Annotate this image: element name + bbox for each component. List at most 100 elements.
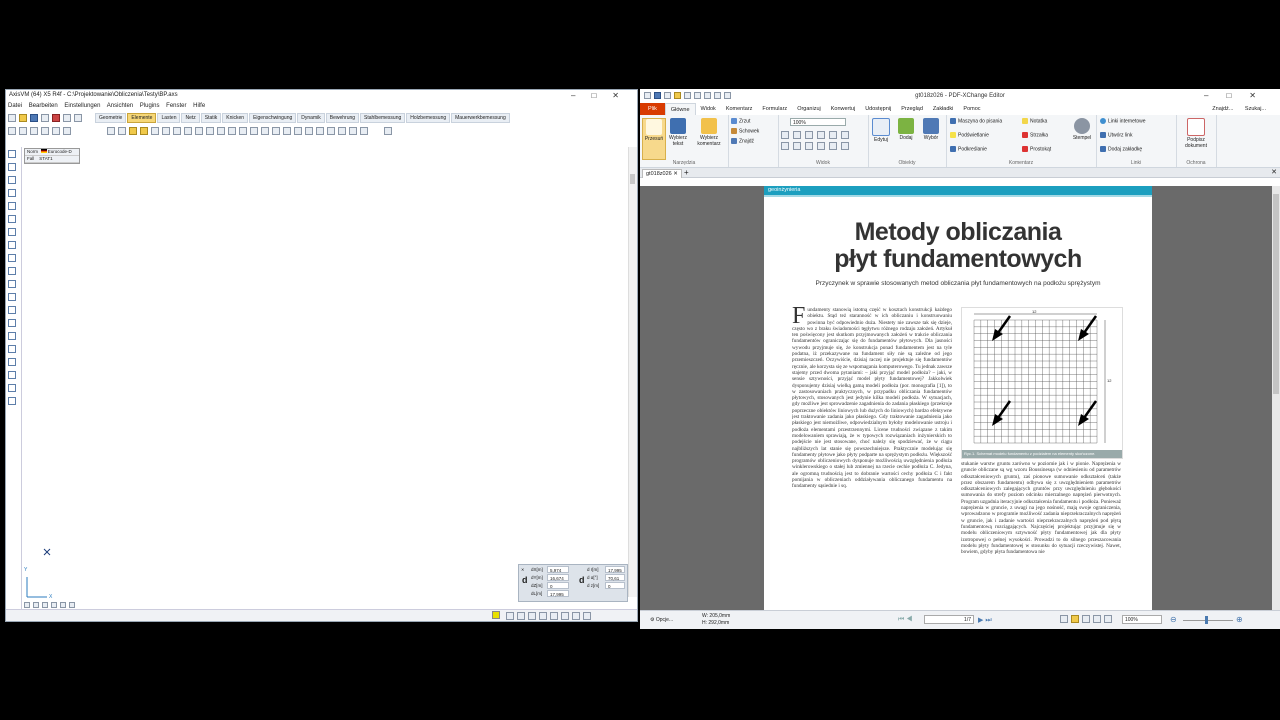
- rotate-left-icon[interactable]: [829, 131, 837, 139]
- node-icon[interactable]: [316, 126, 324, 135]
- save-icon[interactable]: [30, 113, 38, 122]
- filter-icon[interactable]: [8, 358, 16, 366]
- zoom-icon[interactable]: [8, 150, 16, 158]
- document-tab[interactable]: gt018z026 ✕: [642, 169, 682, 178]
- spring-icon[interactable]: [206, 126, 214, 135]
- end-release-icon[interactable]: [349, 126, 357, 135]
- podpisz-button[interactable]: Podpisz dokument: [1180, 118, 1212, 149]
- select-node-icon[interactable]: [8, 267, 16, 275]
- tab-knicken[interactable]: Knicken: [222, 112, 249, 123]
- axis-icon[interactable]: [327, 126, 335, 135]
- view-side-icon[interactable]: [8, 215, 16, 223]
- pdf-scan-icon[interactable]: [684, 92, 691, 99]
- da-value[interactable]: 70,61: [605, 574, 625, 581]
- axisvm-drawing-area[interactable]: Y X: [21, 147, 633, 610]
- pdf-folder-icon[interactable]: [674, 92, 681, 99]
- layout-facing-icon[interactable]: [1082, 615, 1090, 623]
- page-nav-next-last-icons[interactable]: ▶ ⏭: [978, 616, 992, 625]
- pdf-back-icon[interactable]: [714, 92, 721, 99]
- tab-eigenschwingung[interactable]: Eigenschwingung: [249, 112, 297, 123]
- dz-value[interactable]: 0: [547, 582, 569, 589]
- zoom-slider[interactable]: [1183, 620, 1233, 621]
- pencil-icon[interactable]: [129, 126, 137, 135]
- pdf-print-icon[interactable]: [664, 92, 671, 99]
- utworz-link-button[interactable]: Utwórz link: [1100, 132, 1132, 139]
- frame-icon[interactable]: [305, 126, 313, 135]
- tab-formularz[interactable]: Formularz: [757, 103, 792, 115]
- track-icon[interactable]: [550, 612, 558, 620]
- view-icon[interactable]: [52, 126, 60, 135]
- new-file-icon[interactable]: [8, 113, 16, 122]
- axisvm-window-controls[interactable]: –□✕: [571, 90, 635, 101]
- dodaj-button[interactable]: Dodaj: [895, 118, 917, 142]
- axisvm-vertical-scrollbar[interactable]: [628, 147, 637, 597]
- tab-przeglad[interactable]: Przegląd: [896, 103, 928, 115]
- text-icon[interactable]: [8, 319, 16, 327]
- document-viewer[interactable]: geoinżynieria Metody obliczania płyt fun…: [640, 186, 1280, 610]
- edytuj-button[interactable]: Edytuj: [870, 118, 892, 144]
- dx-value[interactable]: 5,974: [547, 566, 569, 573]
- menu-hilfe[interactable]: Hilfe: [193, 103, 205, 109]
- tab-organizuj[interactable]: Organizuj: [792, 103, 826, 115]
- perspective-icon[interactable]: [8, 241, 16, 249]
- notatka-button[interactable]: Notatka: [1022, 118, 1047, 125]
- tab-holzbemessung[interactable]: Holzbemessung: [406, 112, 451, 123]
- layout-continuous-icon[interactable]: [1071, 615, 1079, 623]
- house-icon[interactable]: [384, 126, 392, 135]
- view-front-icon[interactable]: [8, 202, 16, 210]
- tab-netz[interactable]: Netz: [181, 112, 200, 123]
- rigid-icon[interactable]: [239, 126, 247, 135]
- pdf-scroll-thumb[interactable]: [1273, 194, 1279, 394]
- fit-page-icon[interactable]: [781, 131, 789, 139]
- measure-icon[interactable]: [8, 293, 16, 301]
- tab-stahlbemessung[interactable]: Stahlbemessung: [360, 112, 406, 123]
- fall-value[interactable]: STAT1: [39, 156, 52, 161]
- layout-single-icon[interactable]: [1060, 615, 1068, 623]
- tab-komentarz[interactable]: Komentarz: [721, 103, 758, 115]
- dz2-value[interactable]: 0: [605, 582, 625, 589]
- layout-split-icon[interactable]: [1104, 615, 1112, 623]
- axisvm-scroll-thumb[interactable]: [630, 174, 635, 184]
- mesh-icon[interactable]: [272, 126, 280, 135]
- strzalka-button[interactable]: Strzałka: [1022, 132, 1048, 139]
- page-nav-first-prev-icons[interactable]: ⏮ ◀: [898, 616, 913, 624]
- find-button[interactable]: Znajdź...: [1207, 106, 1238, 112]
- tab-zakladki[interactable]: Zakładki: [928, 103, 958, 115]
- rotate-icon[interactable]: [8, 189, 16, 197]
- display-icon[interactable]: [63, 126, 71, 135]
- workplane-icon[interactable]: [572, 612, 580, 620]
- menu-fenster[interactable]: Fenster: [166, 103, 186, 109]
- snap-toggle-icon[interactable]: [492, 611, 500, 619]
- zrzut-button[interactable]: Zrzut: [731, 118, 750, 125]
- zoom-out-icon[interactable]: [33, 602, 39, 608]
- tab-dynamik[interactable]: Dynamik: [297, 112, 325, 123]
- color-icon[interactable]: [583, 612, 591, 620]
- tab-glowne[interactable]: Główne: [664, 103, 696, 115]
- tab-udostepnij[interactable]: Udostępnij: [860, 103, 896, 115]
- page-number-input[interactable]: 1/7: [924, 615, 974, 624]
- search-button[interactable]: Szukaj...: [1240, 106, 1271, 112]
- continuous-icon[interactable]: [793, 142, 801, 150]
- wybierz-tekst-button[interactable]: Wybierz tekst: [666, 118, 690, 147]
- tab-statik[interactable]: Statik: [200, 112, 222, 123]
- layer-icon[interactable]: [8, 126, 16, 135]
- tab-bewehrung[interactable]: Bewehrung: [325, 112, 360, 123]
- menu-plugins[interactable]: Plugins: [140, 103, 160, 109]
- schowek-button[interactable]: Schowek: [731, 128, 759, 135]
- polar-icon[interactable]: [528, 612, 536, 620]
- dr-value[interactable]: 17,995: [605, 566, 625, 573]
- tab-plik[interactable]: Plik: [640, 103, 665, 115]
- facing-icon[interactable]: [805, 142, 813, 150]
- wybierz-komentarz-button[interactable]: Wybierz komentarz: [694, 118, 724, 147]
- status-zoom-select[interactable]: 100%: [1122, 615, 1162, 624]
- tab-elemente[interactable]: Elemente: [127, 112, 157, 123]
- select-line-icon[interactable]: [8, 280, 16, 288]
- zoom-select[interactable]: 100%: [790, 118, 846, 126]
- pdf-open-icon[interactable]: [644, 92, 651, 99]
- ortho-icon[interactable]: [506, 612, 514, 620]
- tab-widok[interactable]: Widok: [696, 103, 721, 115]
- table-icon[interactable]: [30, 126, 38, 135]
- element-props-icon[interactable]: [118, 126, 126, 135]
- single-page-icon[interactable]: [781, 142, 789, 150]
- dl-value[interactable]: 17,995: [547, 590, 569, 597]
